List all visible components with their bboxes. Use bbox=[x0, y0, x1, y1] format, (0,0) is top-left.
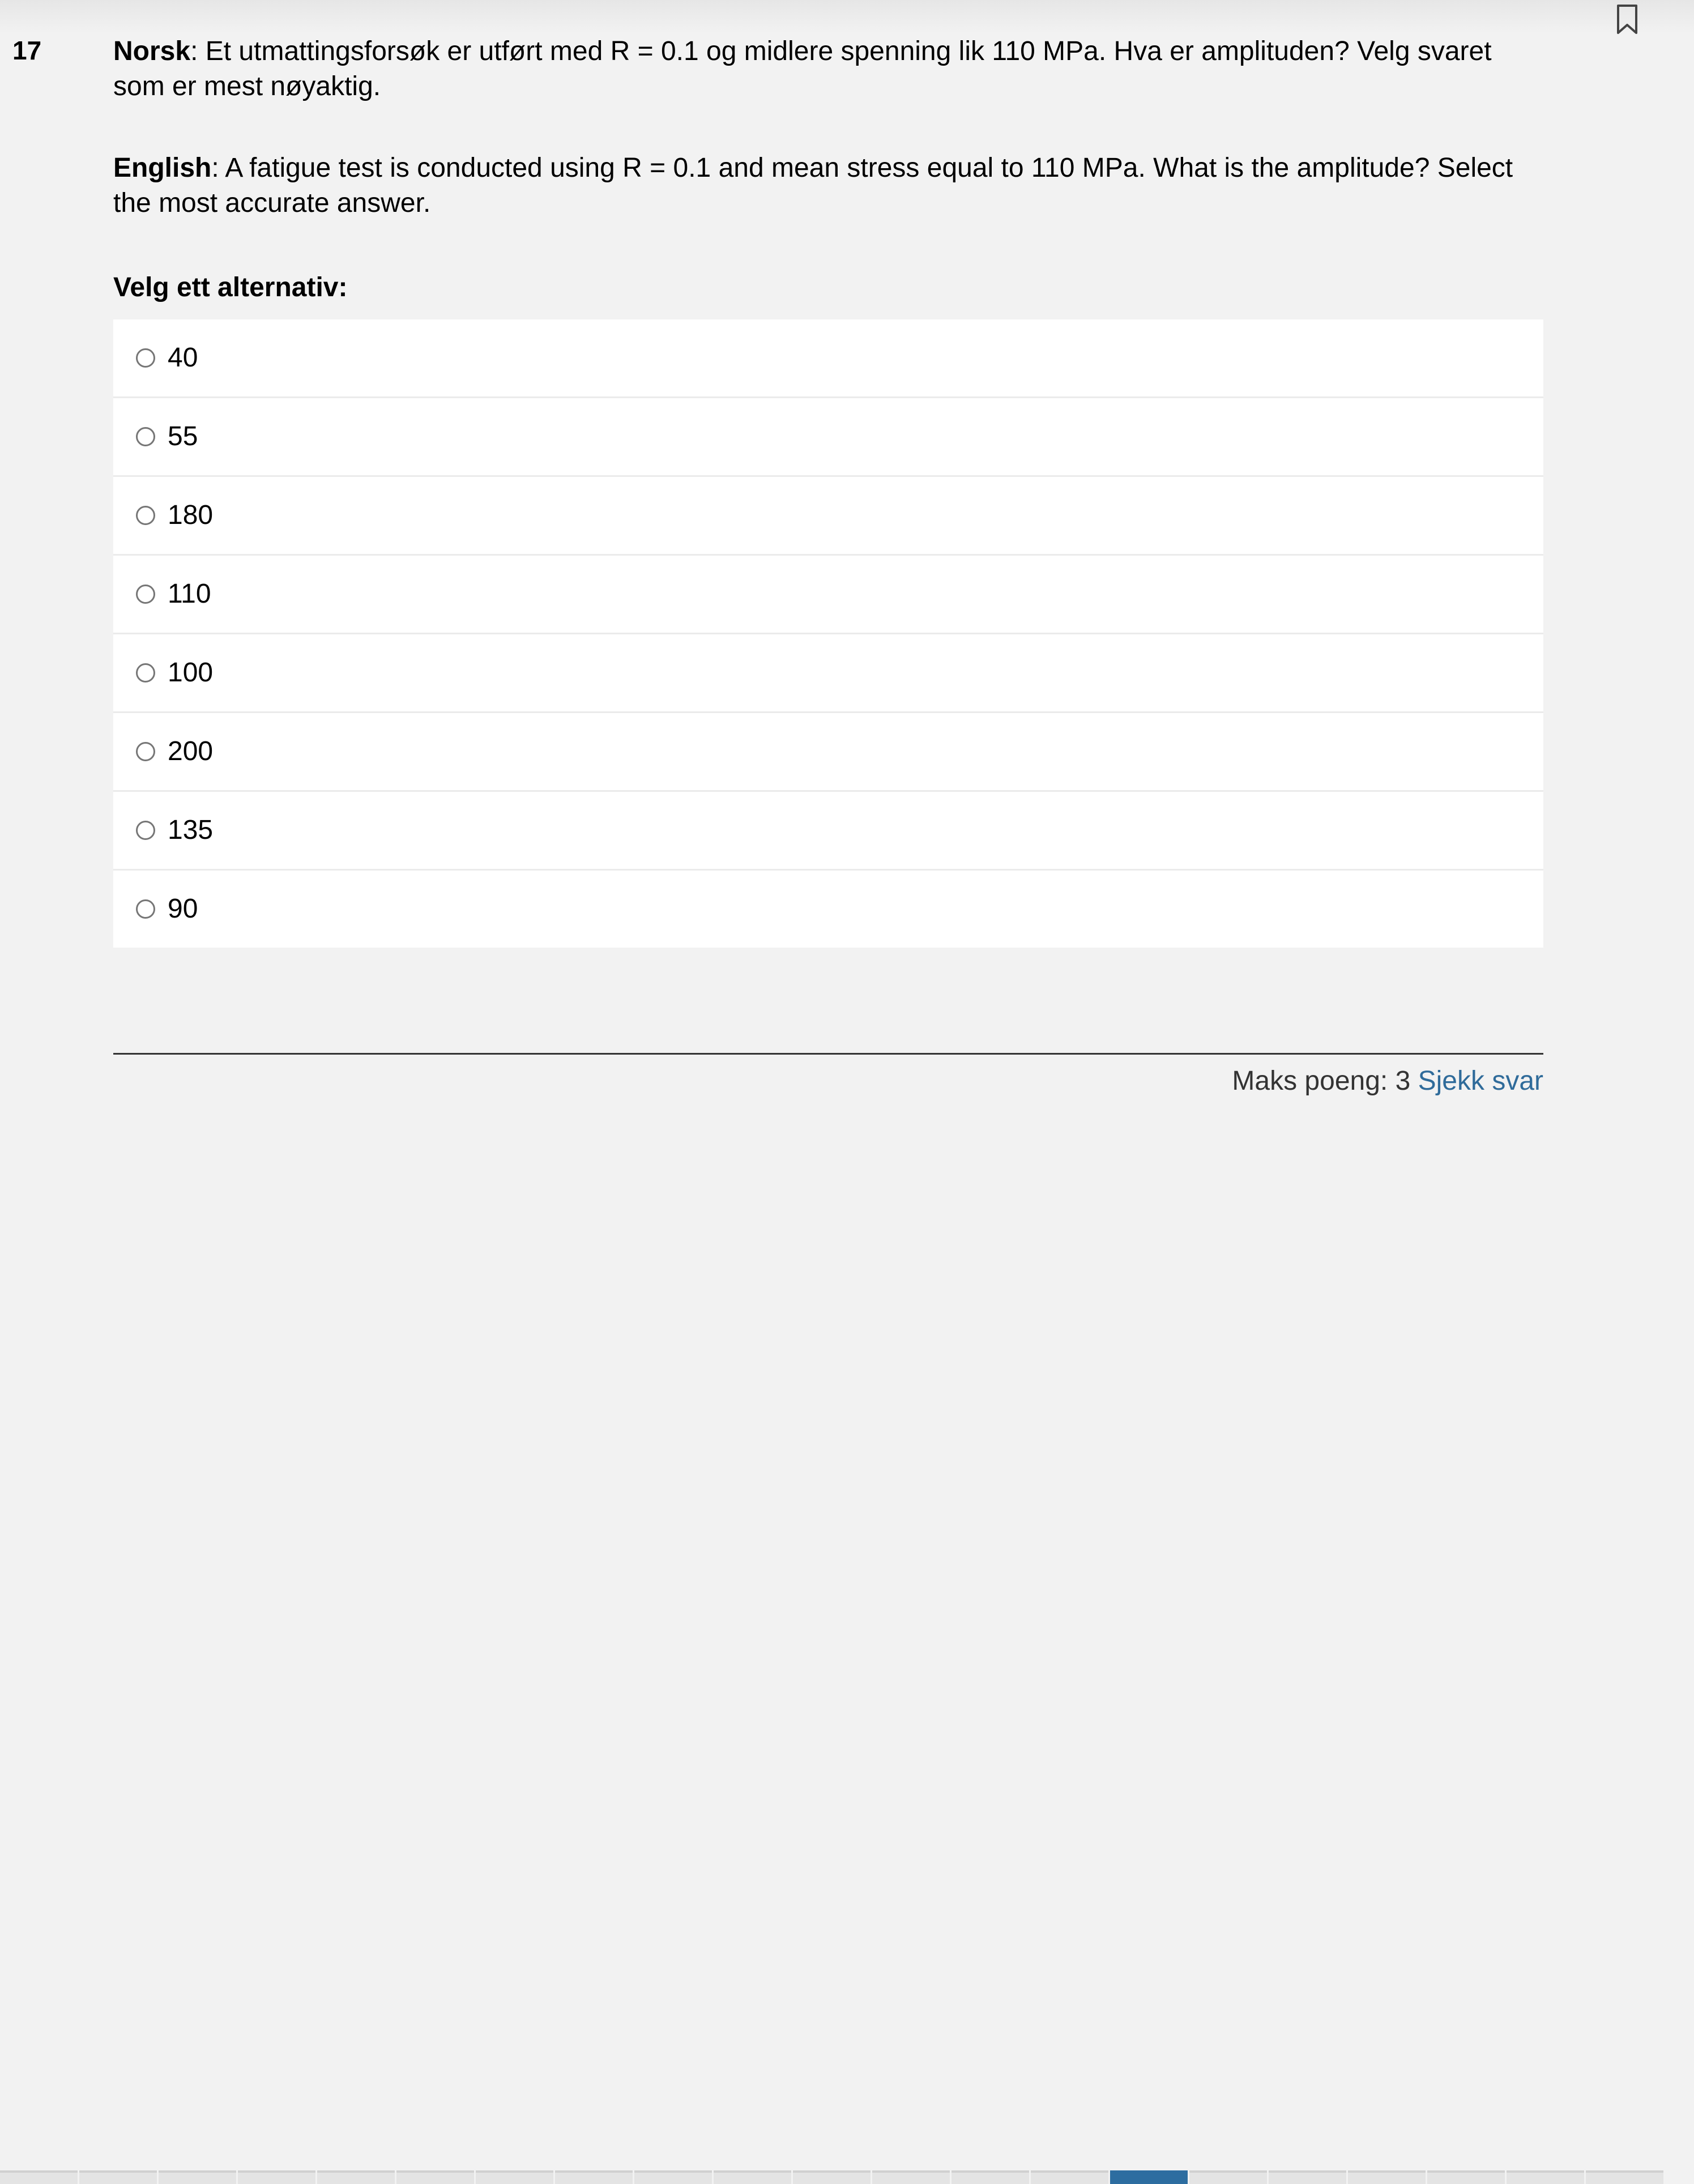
radio-button[interactable] bbox=[136, 585, 155, 604]
check-answer-link[interactable]: Sjekk svar bbox=[1418, 1066, 1543, 1096]
nav-cell[interactable] bbox=[79, 2170, 157, 2184]
option-label: 55 bbox=[168, 421, 198, 451]
option-label: 100 bbox=[168, 658, 214, 688]
nav-cell[interactable] bbox=[951, 2170, 1029, 2184]
nav-cell[interactable] bbox=[1189, 2170, 1267, 2184]
divider bbox=[113, 1053, 1543, 1055]
option-row[interactable]: 90 bbox=[113, 869, 1543, 948]
option-row[interactable]: 200 bbox=[113, 711, 1543, 790]
nav-cell[interactable] bbox=[1348, 2170, 1426, 2184]
radio-button[interactable] bbox=[136, 663, 155, 682]
radio-button[interactable] bbox=[136, 742, 155, 761]
option-row[interactable]: 135 bbox=[113, 790, 1543, 869]
option-label: 135 bbox=[168, 815, 214, 845]
choose-label: Velg ett alternativ: bbox=[113, 272, 348, 302]
nav-cell[interactable] bbox=[476, 2170, 553, 2184]
norsk-label: Norsk bbox=[113, 36, 191, 66]
option-row[interactable]: 40 bbox=[113, 319, 1543, 396]
option-row[interactable]: 55 bbox=[113, 396, 1543, 475]
norsk-text: : Et utmattingsforsøk er utført med R = … bbox=[113, 36, 1492, 101]
question-number: 17 bbox=[12, 36, 42, 65]
nav-cell[interactable] bbox=[238, 2170, 315, 2184]
bookmark-icon[interactable] bbox=[1611, 3, 1643, 35]
footer: Maks poeng: 3 Sjekk svar bbox=[113, 1064, 1543, 1099]
nav-cell[interactable] bbox=[714, 2170, 791, 2184]
nav-cell-current[interactable] bbox=[1110, 2170, 1188, 2184]
option-label: 110 bbox=[168, 579, 211, 609]
english-paragraph: English: A fatigue test is conducted usi… bbox=[113, 151, 1543, 221]
nav-cell[interactable] bbox=[1269, 2170, 1346, 2184]
nav-cell[interactable] bbox=[159, 2170, 236, 2184]
radio-button[interactable] bbox=[136, 821, 155, 840]
option-row[interactable]: 110 bbox=[113, 554, 1543, 633]
radio-button[interactable] bbox=[136, 506, 155, 525]
question-content: Norsk: Et utmattingsforsøk er utført med… bbox=[113, 34, 1543, 1099]
nav-cell[interactable] bbox=[872, 2170, 950, 2184]
norsk-paragraph: Norsk: Et utmattingsforsøk er utført med… bbox=[113, 34, 1543, 104]
top-shade bbox=[0, 0, 1694, 34]
nav-cell[interactable] bbox=[396, 2170, 474, 2184]
english-text: : A fatigue test is conducted using R = … bbox=[113, 153, 1513, 218]
max-points: Maks poeng: 3 bbox=[1232, 1066, 1411, 1096]
nav-cell[interactable] bbox=[555, 2170, 633, 2184]
radio-button[interactable] bbox=[136, 899, 155, 919]
option-label: 90 bbox=[168, 894, 198, 924]
option-label: 40 bbox=[168, 343, 198, 373]
option-label: 200 bbox=[168, 736, 214, 766]
nav-cell[interactable] bbox=[1427, 2170, 1505, 2184]
nav-cell[interactable] bbox=[0, 2170, 78, 2184]
option-row[interactable]: 180 bbox=[113, 475, 1543, 554]
nav-cell[interactable] bbox=[317, 2170, 395, 2184]
options-list: 40 55 180 110 100 200 135 90 bbox=[113, 319, 1543, 948]
question-navigation-bar bbox=[0, 2170, 1694, 2184]
nav-cell[interactable] bbox=[1031, 2170, 1108, 2184]
option-row[interactable]: 100 bbox=[113, 633, 1543, 711]
nav-cell[interactable] bbox=[634, 2170, 712, 2184]
nav-cell[interactable] bbox=[1586, 2170, 1663, 2184]
option-label: 180 bbox=[168, 500, 214, 530]
nav-cell[interactable] bbox=[1507, 2170, 1584, 2184]
nav-cell[interactable] bbox=[793, 2170, 871, 2184]
radio-button[interactable] bbox=[136, 348, 155, 368]
radio-button[interactable] bbox=[136, 427, 155, 446]
english-label: English bbox=[113, 153, 212, 183]
